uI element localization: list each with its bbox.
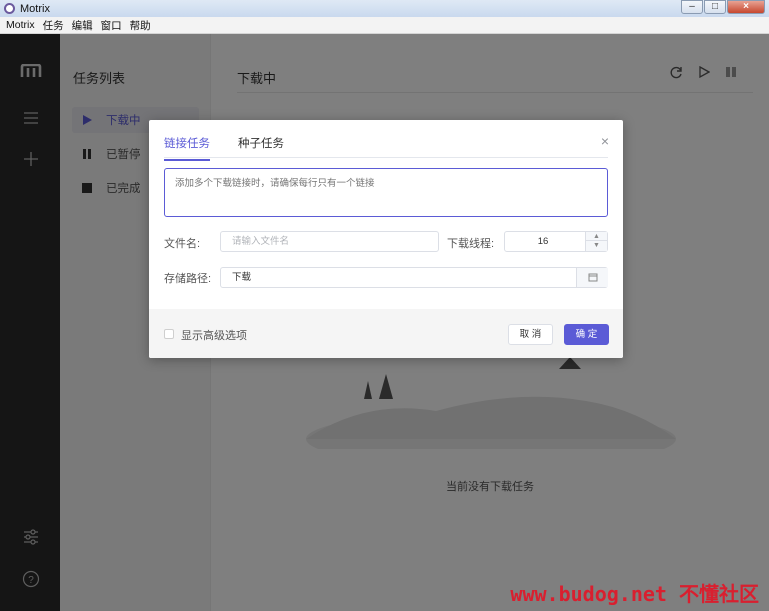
threads-stepper[interactable]: 16 ▲ ▼ (504, 231, 608, 252)
watermark-text: www.budog.net 不懂社区 (510, 582, 759, 606)
threads-label: 下载线程: (447, 238, 495, 250)
folder-icon[interactable] (576, 268, 608, 287)
advanced-options-checkbox[interactable] (164, 329, 174, 339)
dialog-footer: 显示高级选项 取 消 确 定 (149, 309, 623, 358)
window-title: Motrix (20, 2, 50, 15)
window-titlebar: Motrix – □ × (0, 0, 769, 17)
menu-task[interactable]: 任务 (43, 18, 64, 33)
menu-window[interactable]: 窗口 (101, 18, 122, 33)
menu-help[interactable]: 帮助 (130, 18, 151, 33)
path-label: 存储路径: (164, 273, 212, 285)
path-input[interactable]: 下载 (220, 267, 608, 288)
close-window-button[interactable]: × (727, 0, 765, 14)
stepper-buttons: ▲ ▼ (585, 232, 607, 251)
tabs-divider (164, 157, 608, 158)
add-task-dialog: 链接任务 种子任务 × 文件名: 请输入文件名 下载线程: 16 ▲ ▼ 存储路… (149, 120, 623, 358)
chevron-up-icon[interactable]: ▲ (586, 232, 607, 241)
filename-label: 文件名: (164, 238, 201, 250)
filename-input[interactable]: 请输入文件名 (220, 231, 439, 252)
window-controls: – □ × (681, 0, 765, 14)
urls-textarea[interactable] (164, 168, 608, 217)
menu-edit[interactable]: 编辑 (72, 18, 93, 33)
minimize-button[interactable]: – (681, 0, 703, 14)
app-icon (4, 3, 15, 14)
threads-value[interactable]: 16 (505, 232, 581, 251)
menubar: Motrix 任务 编辑 窗口 帮助 (0, 17, 769, 34)
advanced-options-label[interactable]: 显示高级选项 (181, 327, 247, 343)
menu-motrix[interactable]: Motrix (6, 19, 35, 31)
close-icon[interactable]: × (601, 134, 609, 148)
chevron-down-icon[interactable]: ▼ (586, 241, 607, 250)
maximize-button[interactable]: □ (704, 0, 726, 14)
confirm-button[interactable]: 确 定 (564, 324, 609, 345)
cancel-button[interactable]: 取 消 (508, 324, 553, 345)
